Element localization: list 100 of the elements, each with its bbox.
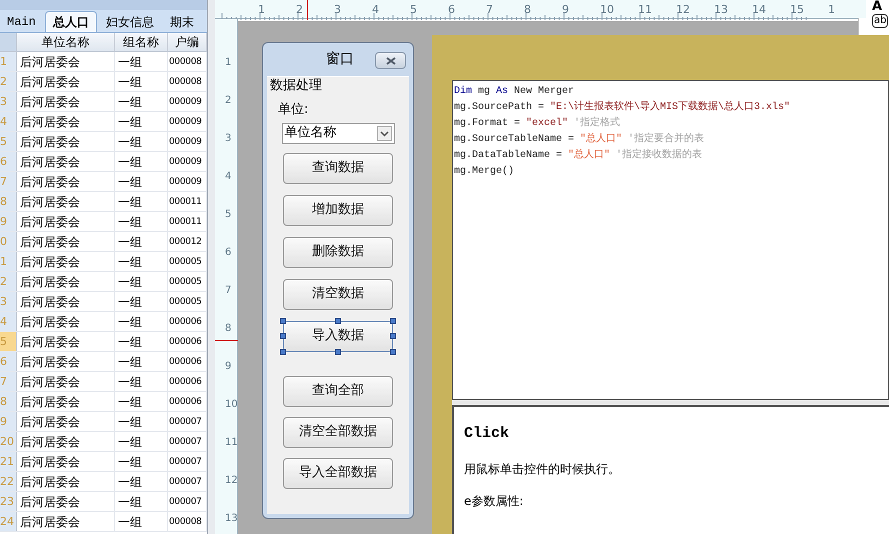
- table-cell: 后河居委会: [17, 312, 115, 331]
- table-cell: 一组: [115, 112, 168, 131]
- ruler-label: 6: [448, 3, 455, 16]
- code-line: Dim mg As New Merger: [454, 84, 576, 99]
- ruler-label: 4: [225, 171, 232, 183]
- toolbox-item[interactable]: ab: [872, 14, 888, 28]
- table-cell: 后河居委会: [17, 152, 115, 171]
- table-cell: 后河居委会: [17, 272, 115, 291]
- help-title: Click: [464, 424, 510, 444]
- ruler-label: 9: [225, 361, 232, 373]
- row-number: 0: [0, 232, 17, 251]
- ruler-label: 2: [296, 3, 303, 16]
- cursor-marker: [215, 340, 238, 341]
- sheet-tab[interactable]: 妇女信息: [98, 11, 161, 32]
- form-button[interactable]: 查询数据: [283, 152, 393, 184]
- table-cell: 一组: [115, 372, 168, 391]
- ruler-label: 2: [225, 95, 232, 107]
- ruler-label: 7: [225, 285, 232, 297]
- table-cell: 后河居委会: [17, 252, 115, 271]
- sheet-tab[interactable]: 总人口: [44, 11, 97, 32]
- table-cell: 一组: [115, 212, 168, 231]
- row-number: 3: [0, 292, 17, 311]
- ruler-label: 11: [638, 3, 652, 16]
- row-number: 7: [0, 172, 17, 191]
- help-text: e参数属性:: [464, 492, 524, 510]
- ruler-label: 4: [372, 3, 379, 16]
- form-button[interactable]: 增加数据: [283, 194, 393, 226]
- table-cell: 后河居委会: [17, 292, 115, 311]
- row-number: 3: [0, 92, 17, 111]
- row-number: 9: [0, 212, 17, 231]
- table-cell: 后河居委会: [17, 52, 115, 71]
- ruler-label: 12: [676, 3, 690, 16]
- table-cell: 后河居委会: [17, 212, 115, 231]
- row-number: 22: [0, 472, 17, 491]
- table-cell: 一组: [115, 332, 168, 351]
- resize-handle[interactable]: [280, 332, 286, 338]
- row-number: 5: [0, 332, 17, 351]
- form-button[interactable]: 导入数据: [283, 320, 393, 352]
- chevron-down-icon: [376, 126, 392, 140]
- form-button[interactable]: 导入全部数据: [283, 458, 393, 488]
- ruler-label: 5: [225, 209, 232, 221]
- row-number: 24: [0, 512, 17, 531]
- table-cell: 后河居委会: [17, 472, 115, 491]
- row-number: 2: [0, 72, 17, 91]
- table-cell: 一组: [115, 232, 168, 251]
- group-title: 数据处理: [269, 78, 322, 94]
- table-cell: 后河居委会: [17, 412, 115, 431]
- row-number: 9: [0, 412, 17, 431]
- table-cell: 一组: [115, 312, 168, 331]
- ruler-label: 15: [790, 3, 804, 16]
- form-button[interactable]: 清空全部数据: [283, 416, 393, 448]
- table-cell: 一组: [115, 352, 168, 371]
- close-button[interactable]: [375, 52, 406, 69]
- row-number: 4: [0, 312, 17, 331]
- ruler-label: 8: [225, 323, 232, 335]
- resize-handle[interactable]: [280, 348, 286, 354]
- table-cell: 后河居委会: [17, 172, 115, 191]
- table-cell: 一组: [115, 272, 168, 291]
- column-header[interactable]: 单位名称: [17, 33, 115, 51]
- form-button[interactable]: 清空数据: [283, 278, 393, 310]
- row-number: 6: [0, 352, 17, 371]
- resize-handle[interactable]: [390, 332, 396, 338]
- table-cell: 一组: [115, 192, 168, 211]
- table-cell: 一组: [115, 172, 168, 191]
- table-cell: 后河居委会: [17, 452, 115, 471]
- unit-dropdown[interactable]: 单位名称: [282, 122, 394, 144]
- table-cell: 一组: [115, 452, 168, 471]
- resize-handle[interactable]: [390, 348, 396, 354]
- resize-handle[interactable]: [335, 318, 341, 324]
- ruler-label: 3: [334, 3, 341, 16]
- ruler-label: 8: [524, 3, 531, 16]
- resize-handle[interactable]: [390, 318, 396, 324]
- ruler-label: 13: [225, 513, 238, 525]
- code-line: mg.SourcePath = "E:\计生报表软件\导入MIS下载数据\总人口3.xls": [454, 100, 792, 115]
- cursor-marker: [307, 0, 308, 20]
- row-number: 2: [0, 272, 17, 291]
- row-number: 20: [0, 432, 17, 451]
- table-cell: 一组: [115, 252, 168, 271]
- row-number: 21: [0, 452, 17, 471]
- form-button[interactable]: 查询全部: [283, 376, 393, 406]
- ruler-label: 11: [225, 437, 238, 449]
- sheet-tab[interactable]: 期末: [162, 11, 201, 32]
- ruler-label: 13: [714, 3, 728, 16]
- column-header[interactable]: 组名称: [115, 33, 168, 51]
- row-number: 5: [0, 132, 17, 151]
- code-editor[interactable]: Dim mg As New Merger mg.SourcePath = "E:\计生报表软件\导入MIS下载数据\总人口3.xls" mg.Format = "excel" '指定格式 mg.SourceTableName = "总人口" '指定要合并的表 mg.DataTableName = "总人口" '指定接收数据的表 mg.Merge(): [452, 80, 889, 400]
- help-text: 用鼠标单击控件的时候执行。: [464, 460, 621, 478]
- table-cell: 一组: [115, 292, 168, 311]
- ruler-label: 1: [225, 57, 232, 69]
- table-cell: 后河居委会: [17, 512, 115, 531]
- code-line: mg.SourceTableName = "总人口" '指定要合并的表: [454, 132, 706, 147]
- form-button[interactable]: 删除数据: [283, 236, 393, 268]
- table-cell: 后河居委会: [17, 132, 115, 151]
- table-cell: 一组: [115, 512, 168, 531]
- ruler-label: 1: [258, 3, 265, 16]
- table-cell: 一组: [115, 52, 168, 71]
- code-line: mg.DataTableName = "总人口" '指定接收数据的表: [454, 148, 704, 163]
- sheet-tab[interactable]: Main: [0, 11, 43, 32]
- table-cell: 一组: [115, 472, 168, 491]
- resize-handle[interactable]: [280, 318, 286, 324]
